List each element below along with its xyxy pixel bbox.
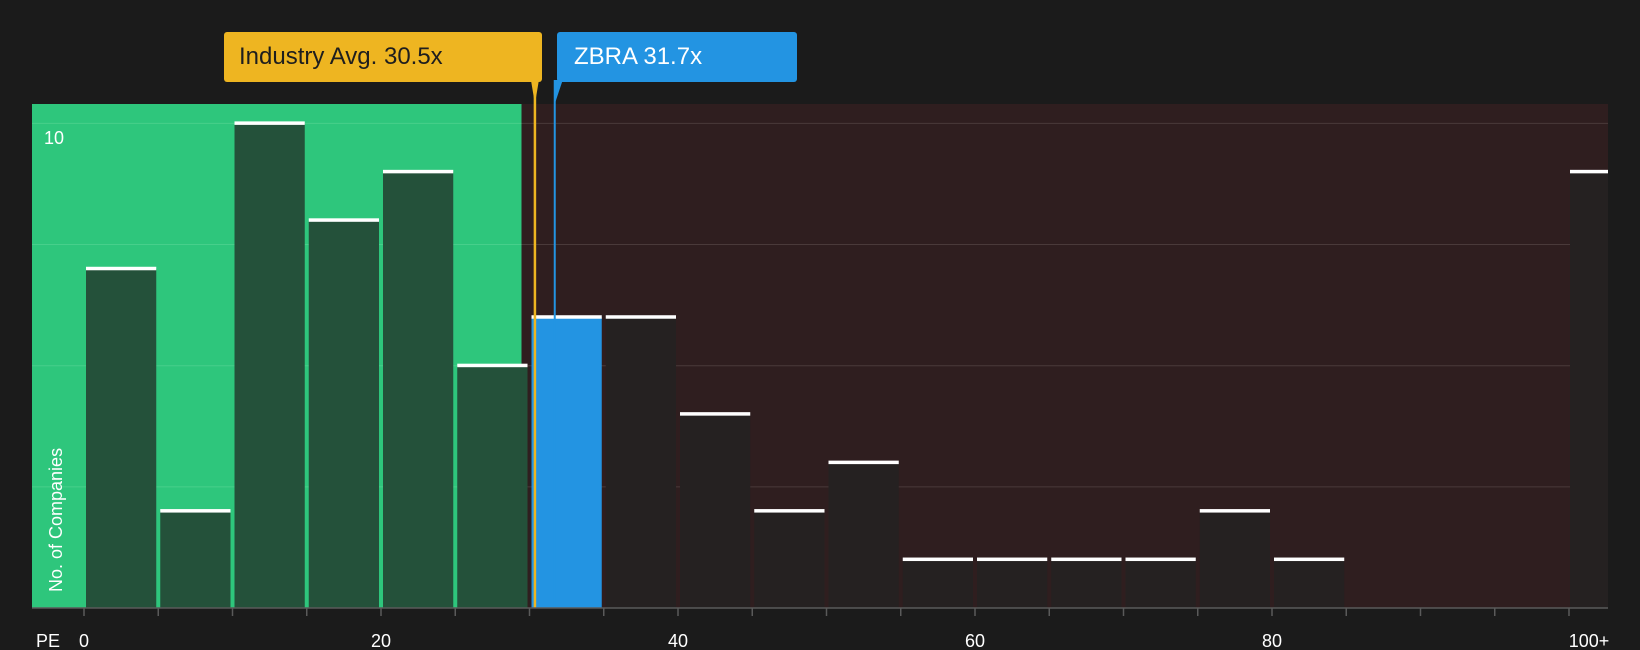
- x-tick-label: 100+: [1569, 631, 1610, 650]
- histogram-bar: [1570, 171, 1608, 608]
- bar-cap: [1199, 509, 1270, 513]
- bar-cap: [86, 266, 157, 271]
- histogram-bar: [308, 220, 379, 609]
- histogram-bar: [86, 268, 157, 608]
- pe-histogram-chart: 0 20 40 60 80 100+ 10 No. of Companies PE: [32, 80, 1610, 650]
- industry-average-callout: Industry Avg. 30.5x: [224, 32, 542, 82]
- bar-cap: [605, 315, 676, 319]
- histogram-bar: [160, 511, 231, 608]
- x-tick-label: 40: [668, 631, 688, 650]
- bar-cap: [1051, 557, 1122, 562]
- bar-cap: [234, 121, 305, 125]
- bar-cap: [1274, 557, 1345, 562]
- bar-cap: [383, 169, 454, 174]
- histogram-bar: [383, 171, 454, 608]
- histogram-bar: [680, 414, 751, 608]
- histogram-bar: [605, 317, 676, 608]
- histogram-bar: [1199, 511, 1270, 608]
- histogram-bar: [1274, 559, 1345, 608]
- bar-cap: [457, 363, 528, 368]
- histogram-bar: [902, 559, 973, 608]
- bar-cap: [680, 412, 751, 416]
- y-tick-label: 10: [44, 128, 64, 148]
- x-tick-label: 20: [371, 631, 391, 650]
- bar-cap: [977, 557, 1048, 562]
- bar-cap: [308, 218, 379, 222]
- bar-cap: [754, 509, 825, 513]
- histogram-bar: [828, 462, 899, 608]
- bar-cap: [1125, 557, 1196, 562]
- x-tick-label: 60: [965, 631, 985, 650]
- x-tick-label: 80: [1262, 631, 1282, 650]
- histogram-bar: [754, 511, 825, 608]
- bar-cap: [531, 315, 602, 319]
- y-axis-label: No. of Companies: [46, 448, 66, 592]
- histogram-bar: [1051, 559, 1122, 608]
- bar-cap: [160, 509, 231, 513]
- bar-cap: [828, 460, 899, 465]
- x-axis: 0 20 40 60 80 100+: [32, 607, 1610, 650]
- x-tick-label: 0: [79, 631, 89, 650]
- histogram-bar: [531, 317, 602, 608]
- company-callout-pointer: [554, 80, 563, 104]
- histogram-bar: [1125, 559, 1196, 608]
- bar-cap: [1570, 169, 1608, 174]
- histogram-bar: [457, 365, 528, 608]
- industry-callout-pointer: [530, 80, 539, 104]
- histogram-bar: [234, 123, 305, 608]
- company-pe-callout: ZBRA 31.7x: [557, 32, 797, 82]
- histogram-bar: [977, 559, 1048, 608]
- x-axis-label: PE: [36, 631, 60, 650]
- bar-cap: [902, 557, 973, 562]
